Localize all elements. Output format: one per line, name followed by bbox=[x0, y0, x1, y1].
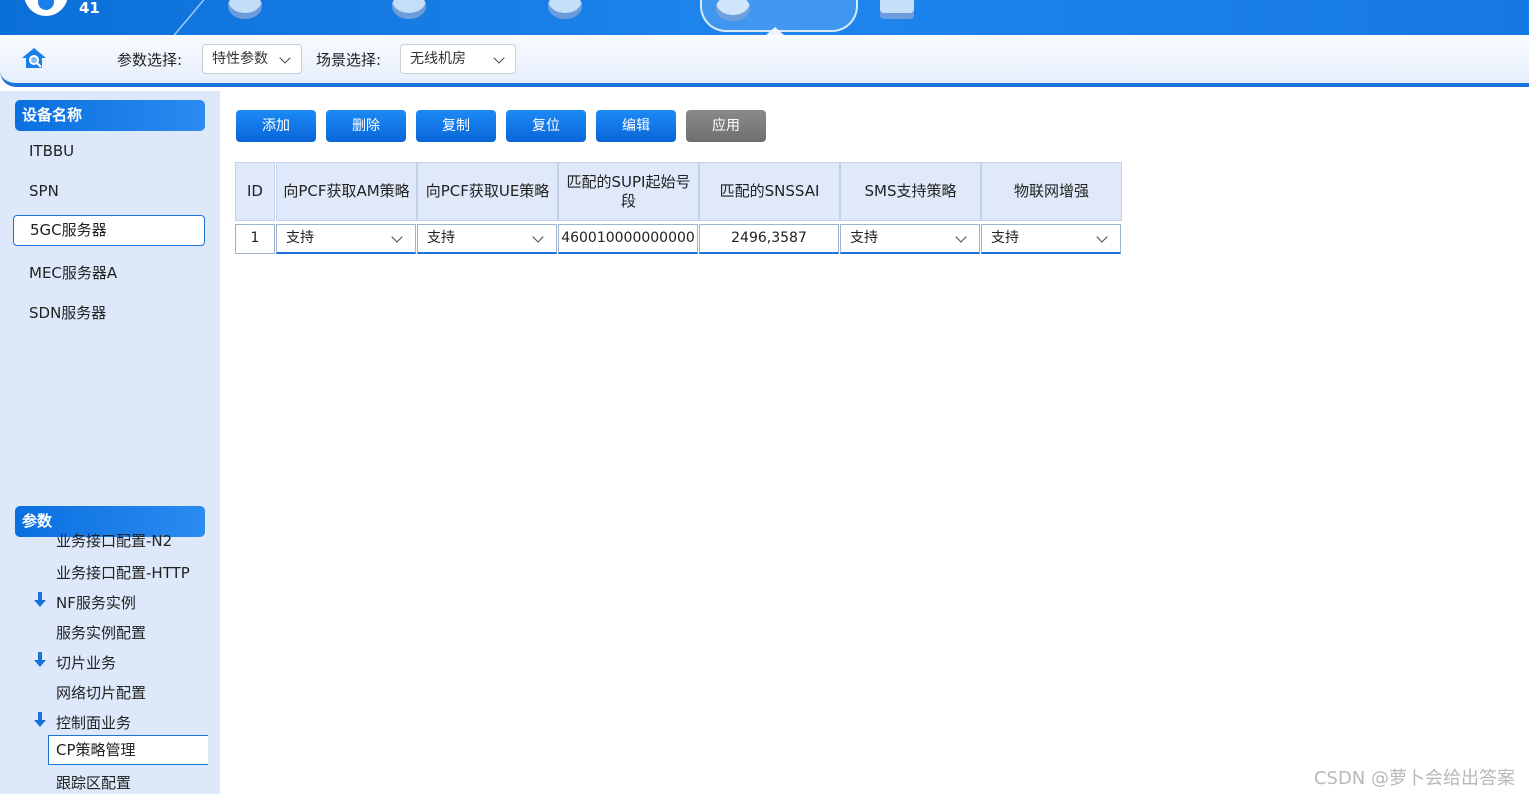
sms-policy-value: 支持 bbox=[850, 230, 878, 246]
add-button[interactable]: 添加 bbox=[236, 110, 316, 142]
snssai-input[interactable]: 2496,3587 bbox=[699, 224, 839, 254]
chevron-down-icon bbox=[955, 231, 967, 243]
device-item-5gc-server[interactable]: 5GC服务器 bbox=[13, 215, 205, 246]
chevron-down-icon bbox=[532, 231, 544, 243]
param-item-tracking-area-config[interactable]: 跟踪区配置 bbox=[56, 772, 131, 793]
device-item-spn[interactable]: SPN bbox=[29, 182, 59, 200]
param-item-service-instance-config[interactable]: 服务实例配置 bbox=[56, 622, 146, 643]
supi-range-input[interactable]: 460010000000000 bbox=[558, 224, 698, 254]
iot-enhance-select[interactable]: 支持 bbox=[981, 224, 1121, 254]
header-supi-range: 匹配的SUPI起始号段 bbox=[558, 162, 699, 221]
am-policy-value: 支持 bbox=[286, 230, 314, 246]
tab-icon-2 bbox=[392, 0, 426, 19]
header-sms-policy: SMS支持策略 bbox=[840, 162, 981, 221]
active-tab-caret bbox=[766, 27, 784, 35]
param-item-control-plane-service[interactable]: 控制面业务 bbox=[56, 712, 131, 733]
tab-icon-3 bbox=[548, 0, 582, 19]
parameter-toolbar: 参数选择: 特性参数 场景选择: 无线机房 bbox=[0, 35, 1529, 87]
nav-tab-3[interactable] bbox=[548, 0, 582, 26]
iot-enhance-value: 支持 bbox=[991, 230, 1019, 246]
nav-tab-1[interactable] bbox=[228, 0, 262, 26]
am-policy-select[interactable]: 支持 bbox=[276, 224, 416, 254]
arrow-down-icon[interactable] bbox=[34, 592, 46, 608]
param-item-interface-n2[interactable]: 业务接口配置-N2 bbox=[56, 533, 172, 551]
header-id: ID bbox=[235, 162, 275, 221]
edit-button[interactable]: 编辑 bbox=[596, 110, 676, 142]
param-item-interface-http[interactable]: 业务接口配置-HTTP bbox=[56, 562, 190, 583]
header-iot-enhance: 物联网增强 bbox=[981, 162, 1122, 221]
device-item-mec-server[interactable]: MEC服务器A bbox=[29, 262, 117, 283]
ue-policy-value: 支持 bbox=[427, 230, 455, 246]
header-am-policy: 向PCF获取AM策略 bbox=[276, 162, 417, 221]
arrow-down-icon[interactable] bbox=[34, 712, 46, 728]
nav-tab-5[interactable] bbox=[880, 0, 914, 26]
tab-icon-5 bbox=[880, 0, 914, 19]
device-item-sdn-server[interactable]: SDN服务器 bbox=[29, 302, 106, 323]
param-item-slice-service[interactable]: 切片业务 bbox=[56, 652, 116, 673]
home-search-icon[interactable] bbox=[20, 46, 48, 70]
chevron-down-icon bbox=[279, 52, 291, 64]
chevron-down-icon bbox=[1096, 231, 1108, 243]
row-id-cell: 1 bbox=[235, 224, 275, 254]
tab-icon-1 bbox=[228, 0, 262, 19]
devices-section-title: 设备名称 bbox=[15, 100, 205, 131]
param-item-network-slice-config[interactable]: 网络切片配置 bbox=[56, 682, 146, 703]
copy-button[interactable]: 复制 bbox=[416, 110, 496, 142]
reset-button[interactable]: 复位 bbox=[506, 110, 586, 142]
delete-button[interactable]: 删除 bbox=[326, 110, 406, 142]
watermark: CSDN @萝卜会给出答案 bbox=[1313, 768, 1515, 789]
chevron-down-icon bbox=[391, 231, 403, 243]
scene-select-value: 无线机房 bbox=[410, 51, 466, 67]
param-item-cp-policy-management[interactable]: CP策略管理 bbox=[48, 735, 208, 765]
scene-select[interactable]: 无线机房 bbox=[400, 44, 516, 74]
banner-divider bbox=[135, 0, 205, 35]
apply-button[interactable]: 应用 bbox=[686, 110, 766, 142]
param-select-label: 参数选择: bbox=[117, 51, 183, 69]
header-ue-policy: 向PCF获取UE策略 bbox=[417, 162, 558, 221]
top-navigation-bar: 41 bbox=[0, 0, 1529, 35]
chevron-down-icon bbox=[493, 52, 505, 64]
param-tree: 业务接口配置-N2 业务接口配置-HTTP NF服务实例 服务实例配置 切片业务… bbox=[0, 533, 220, 794]
device-item-itbbu[interactable]: ITBBU bbox=[29, 142, 74, 160]
param-item-nf-service-instance[interactable]: NF服务实例 bbox=[56, 592, 136, 613]
arrow-down-icon[interactable] bbox=[34, 652, 46, 668]
user-number: 41 bbox=[79, 0, 100, 17]
param-select-value: 特性参数 bbox=[212, 51, 268, 67]
nav-tab-2[interactable] bbox=[392, 0, 426, 26]
scene-select-label: 场景选择: bbox=[316, 51, 382, 69]
header-snssai: 匹配的SNSSAI bbox=[699, 162, 840, 221]
param-select[interactable]: 特性参数 bbox=[202, 44, 302, 74]
user-avatar-icon[interactable] bbox=[24, 0, 68, 16]
network-config-icon bbox=[716, 0, 750, 21]
sms-policy-select[interactable]: 支持 bbox=[840, 224, 980, 254]
ue-policy-select[interactable]: 支持 bbox=[417, 224, 557, 254]
